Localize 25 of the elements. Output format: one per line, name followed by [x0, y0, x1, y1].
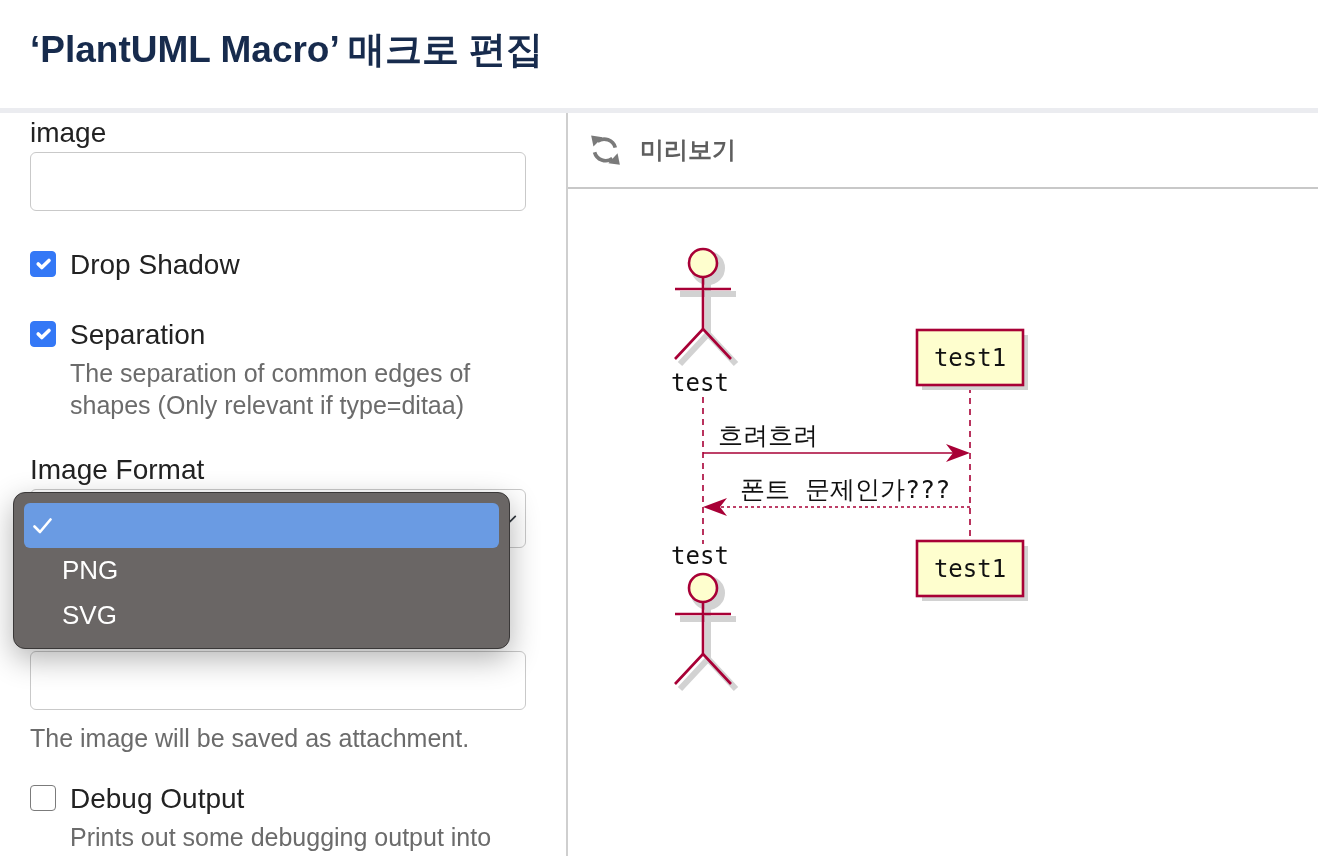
checkbox[interactable] [30, 785, 56, 811]
dropdown-option[interactable]: SVG [24, 593, 499, 638]
participant-label: test [671, 542, 729, 570]
check-icon [33, 517, 52, 534]
field-description: The separation of common edges of shapes (Only relevant if type=ditaa) [70, 358, 472, 421]
participant-label: test [671, 369, 729, 397]
field-label: image [30, 116, 107, 149]
text-input[interactable] [30, 651, 526, 710]
checkbox-label: Separation [70, 317, 206, 351]
message-label: 폰트 문제인가??? [740, 475, 951, 504]
participant-box: test1 [915, 328, 1028, 390]
field-description: Prints out some debugging output into [70, 822, 493, 853]
dropdown-option[interactable]: PNG [24, 548, 499, 593]
field-label: Image Format [30, 453, 205, 486]
preview-title: 미리보기 [640, 135, 736, 165]
dialog-title: ‘PlantUML Macro’ 매크로 편집 [30, 27, 544, 72]
checkbox-label: Drop Shadow [70, 247, 240, 281]
message-label: 흐려흐려 [718, 421, 818, 450]
checkbox-label: Debug Output [70, 781, 245, 815]
checkbox[interactable] [30, 251, 56, 277]
help-text: The image will be saved as attachment. [30, 723, 471, 754]
checkbox[interactable] [30, 321, 56, 347]
refresh-icon[interactable] [590, 134, 621, 166]
participant-box: test1 [915, 539, 1028, 601]
text-input[interactable] [30, 152, 526, 211]
